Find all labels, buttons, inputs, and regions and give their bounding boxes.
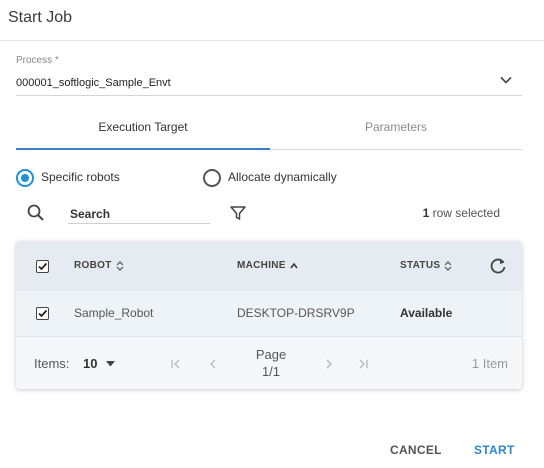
tab-parameters[interactable]: Parameters [270,120,522,134]
column-header-status-label: STATUS [400,260,441,271]
table-footer: Items: 10 Page 1/1 1 Item [16,337,522,389]
robots-table: ROBOT MACHINE STATUS Sample_Robot DESKTO… [16,241,522,389]
table-row[interactable]: Sample_Robot DESKTOP-DRSRV9P Available [16,291,522,337]
process-underline [16,95,522,96]
column-header-machine-label: MACHINE [237,260,286,271]
page-indicator: Page 1/1 [246,346,296,380]
refresh-icon[interactable] [488,256,508,276]
row-checkbox[interactable] [36,307,49,320]
selection-count: 1 [422,206,430,220]
checkmark-icon [38,262,48,271]
selection-suffix: row selected [432,206,500,220]
column-header-status[interactable]: STATUS [400,260,452,271]
next-page-icon[interactable] [323,358,335,370]
last-page-icon[interactable] [357,358,369,370]
tab-execution-target[interactable]: Execution Target [16,120,270,134]
page-value: 1/1 [261,364,281,379]
first-page-icon[interactable] [170,358,182,370]
cell-status: Available [400,306,453,320]
sort-icon [116,260,124,271]
sort-ascending-icon [290,262,298,268]
filter-icon[interactable] [229,204,247,222]
item-count: 1 Item [471,356,508,371]
search-input[interactable] [68,204,210,224]
title-divider [0,40,544,41]
column-header-robot-label: ROBOT [74,260,112,271]
radio-specific-robots[interactable] [16,169,34,187]
column-header-robot[interactable]: ROBOT [74,260,124,271]
sort-icon [444,260,452,271]
page-label: Page [255,347,287,362]
selection-summary: 1 row selected [360,206,500,220]
table-header: ROBOT MACHINE STATUS [16,241,522,291]
process-label: Process * [16,55,59,66]
cell-robot: Sample_Robot [74,306,154,320]
items-per-page-select[interactable]: 10 [83,356,97,371]
process-select[interactable]: 000001_softlogic_Sample_Envt [16,77,171,89]
radio-allocate-dynamically[interactable] [203,169,221,187]
active-tab-indicator [16,148,270,150]
radio-label-allocate-dynamically[interactable]: Allocate dynamically [228,170,337,184]
prev-page-icon[interactable] [207,358,219,370]
start-button[interactable]: START [474,443,515,457]
radio-label-specific-robots[interactable]: Specific robots [41,170,120,184]
cell-machine: DESKTOP-DRSRV9P [237,306,355,320]
caret-down-icon[interactable] [106,361,115,367]
dialog-title: Start Job [8,9,73,26]
search-icon [27,204,44,221]
chevron-down-icon[interactable] [498,72,514,88]
column-header-machine[interactable]: MACHINE [237,260,298,271]
items-per-page-label: Items: [34,356,70,371]
select-all-checkbox[interactable] [36,260,49,273]
checkmark-icon [38,309,48,318]
cancel-button[interactable]: CANCEL [390,443,442,457]
